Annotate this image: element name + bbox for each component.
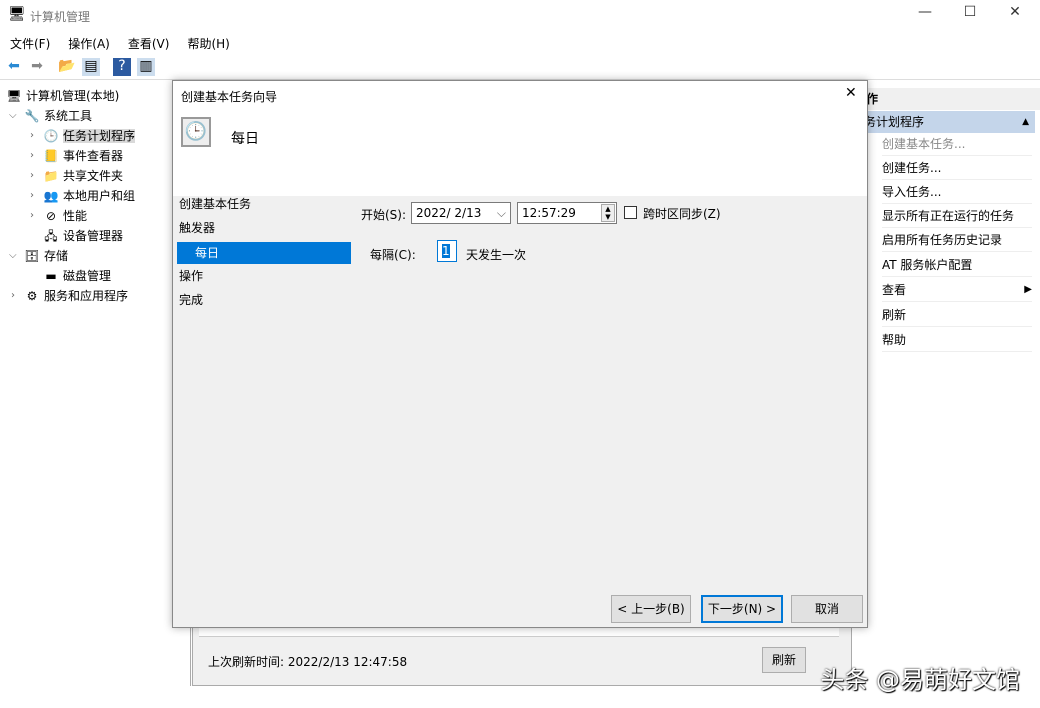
chevron-down-icon[interactable]: ⌵ [9,250,17,261]
next-button[interactable]: 下一步(N) > [701,595,783,623]
chevron-right-icon[interactable]: › [30,150,34,161]
actions-header: 作 [860,88,1040,110]
tree-item-disk-management[interactable]: ▬ 磁盘管理 [43,266,111,286]
collapse-up-icon: ▲ [1022,117,1029,127]
create-basic-task-wizard: 创建基本任务向导 ✕ 🕒 每日 创建基本任务 触发器 每日 操作 完成 开始(S… [172,80,868,628]
action-at-service-account[interactable]: AT 服务帐户配置 [882,253,1032,277]
up-folder-icon[interactable]: 📂 [58,58,76,76]
menu-bar: 文件(F) 操作(A) 查看(V) 帮助(H) [0,30,1040,54]
tree-item-storage[interactable]: 🗄 存储 [24,246,68,266]
recur-days-input[interactable]: 1 [437,240,457,262]
menu-view[interactable]: 查看(V) [118,30,178,52]
tools-icon: 🔧 [24,109,40,123]
action-import-task[interactable]: 导入任务... [882,180,1032,204]
device-manager-icon: 🖧 [44,229,58,243]
wizard-step-heading: 每日 [231,131,259,147]
chevron-right-icon[interactable]: › [30,170,34,181]
actions-section-task-scheduler[interactable]: 务计划程序 ▲ [860,111,1035,133]
disk-icon: ▬ [45,269,57,283]
close-button[interactable]: ✕ [1000,4,1030,26]
tree-item-performance[interactable]: ⊘ 性能 [43,206,87,226]
wizard-step-daily: 每日 [177,242,351,264]
recur-suffix: 天发生一次 [466,248,527,262]
submenu-arrow-icon: ▶ [1024,284,1032,295]
chevron-right-icon[interactable]: › [30,190,34,201]
cancel-button[interactable]: 取消 [791,595,863,623]
menu-help[interactable]: 帮助(H) [177,30,237,52]
wizard-step-action: 操作 [179,269,204,283]
help-icon[interactable]: ? [113,58,131,76]
app-icon: 🖥 [8,6,26,22]
shared-folder-icon: 📁 [43,169,59,183]
tree-item-local-users[interactable]: 👥 本地用户和组 [43,186,136,206]
window-title: 计算机管理 [30,10,91,24]
show-hide-tree-icon[interactable]: ▤ [82,58,100,76]
menu-action[interactable]: 操作(A) [58,30,118,52]
action-refresh[interactable]: 刷新 [882,303,1032,327]
action-create-task[interactable]: 创建任务... [882,156,1032,180]
wizard-header: 创建基本任务向导 ✕ 🕒 每日 [173,81,867,196]
tree-item-device-manager[interactable]: 🖧 设备管理器 [43,226,123,246]
sync-timezone-checkbox[interactable] [624,206,637,219]
toolbar: ⬅ ➡ 📂 ▤ ? ▥ [0,54,1040,80]
users-icon: 👥 [43,189,59,203]
refresh-button[interactable]: 刷新 [762,647,806,673]
maximize-button[interactable]: ☐ [955,4,985,26]
action-view[interactable]: 查看 ▶ [882,278,1032,302]
wizard-step-finish: 完成 [179,293,204,307]
time-spinner[interactable]: ▲ ▼ [601,204,615,222]
tree-item-services-apps[interactable]: ⚙ 服务和应用程序 [24,286,128,306]
computer-icon: 🖥 [6,89,22,103]
action-show-running-tasks[interactable]: 显示所有正在运行的任务 [882,204,1032,228]
event-viewer-icon: 📒 [43,149,59,163]
chevron-right-icon[interactable]: › [30,130,34,141]
action-create-basic-task[interactable]: 创建基本任务... [882,132,1032,156]
console-tree: 🖥 计算机管理(本地) ⌵ 🔧 系统工具 › 🕒 任务计划程序 › 📒 事件查看器 › … [0,84,191,686]
back-button[interactable]: < 上一步(B) [611,595,691,623]
minimize-button[interactable]: — [910,4,940,26]
start-label: 开始(S): [361,208,407,222]
dialog-title: 创建基本任务向导 [181,90,278,104]
tree-item-task-scheduler[interactable]: 🕒 任务计划程序 [43,126,136,146]
show-hide-action-pane-icon[interactable]: ▥ [137,58,155,76]
forward-arrow-icon[interactable]: ➡ [28,58,46,76]
title-bar: 🖥 计算机管理 — ☐ ✕ [0,0,1040,30]
tree-item-shared-folders[interactable]: 📁 共享文件夹 [43,166,124,186]
menu-file[interactable]: 文件(F) [0,30,58,52]
start-time-input[interactable]: 12:57:29 ▲ ▼ [517,202,617,224]
wizard-step-trigger: 触发器 [179,221,216,235]
recur-label: 每隔(C): [370,248,416,262]
chevron-right-icon[interactable]: › [11,290,15,301]
last-refresh-time: 上次刷新时间: 2022/2/13 12:47:58 [208,655,408,669]
dialog-close-button[interactable]: ✕ [845,85,857,101]
tree-item-event-viewer[interactable]: 📒 事件查看器 [43,146,124,166]
scheduled-task-clock-icon: 🕒 [181,117,211,147]
wizard-step-create-basic-task: 创建基本任务 [179,197,252,211]
performance-icon: ⊘ [45,209,57,223]
chevron-right-icon[interactable]: › [30,210,34,221]
actions-pane: 作 务计划程序 ▲ 创建基本任务... 创建任务... 导入任务... 显示所有正… [860,84,1040,686]
services-icon: ⚙ [26,289,38,303]
storage-icon: 🗄 [24,249,40,263]
tree-item-computer-management[interactable]: 🖥 计算机管理(本地) [6,86,119,106]
clock-icon: 🕒 [43,129,59,143]
chevron-down-icon[interactable]: ⌵ [9,110,17,121]
back-arrow-icon[interactable]: ⬅ [5,58,23,76]
sync-timezone-label: 跨时区同步(Z) [643,207,721,221]
tree-item-system-tools[interactable]: 🔧 系统工具 [24,106,93,126]
watermark: 头条 @易萌好文馆 [820,666,1020,694]
start-date-picker[interactable]: 2022/ 2/13 ⌵ [411,202,511,224]
action-enable-history[interactable]: 启用所有任务历史记录 [882,228,1032,252]
chevron-down-icon: ⌵ [496,206,506,220]
action-help[interactable]: 帮助 [882,328,1032,352]
